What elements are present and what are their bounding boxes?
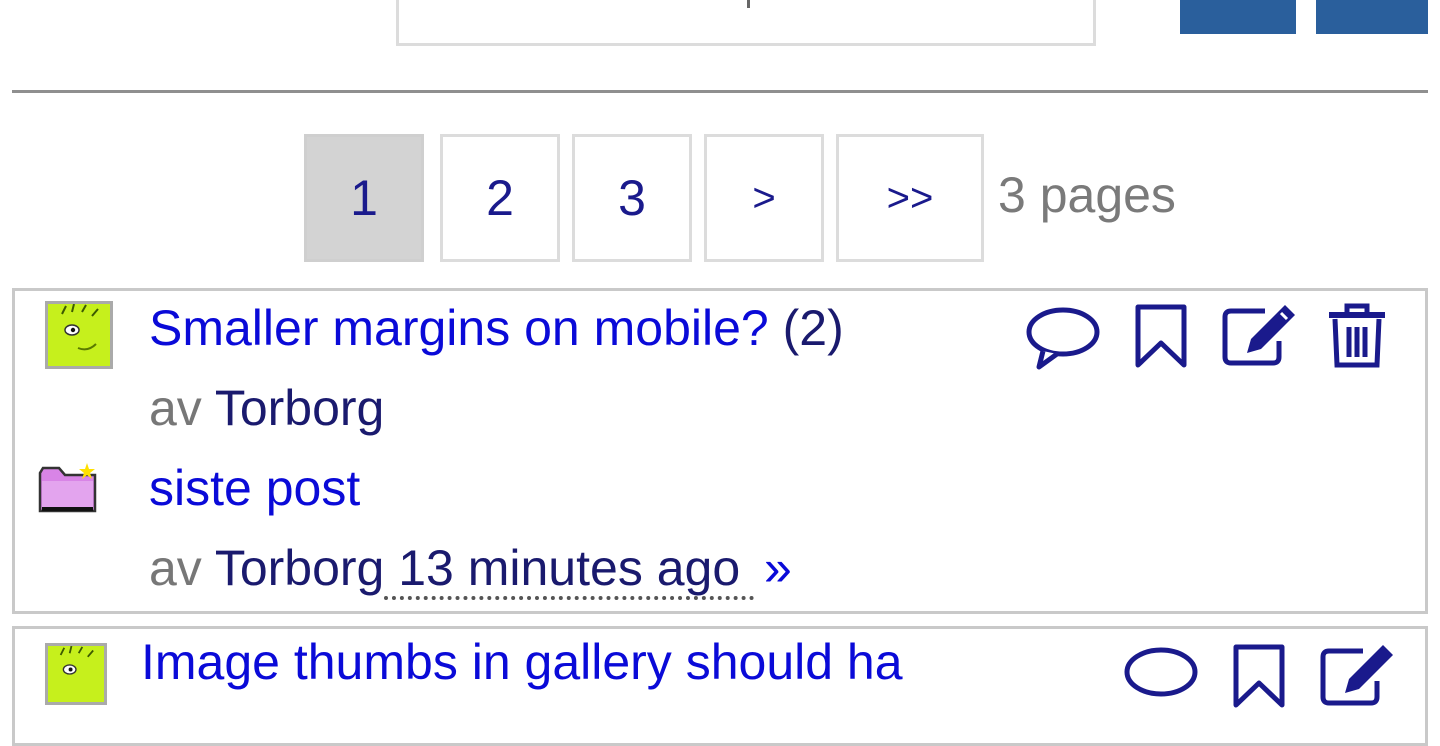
last-post-link[interactable]: siste post [149,460,360,516]
speech-bubble-icon[interactable] [1025,301,1101,371]
topic-title-link[interactable]: Smaller margins on mobile? [149,300,769,356]
next-page-link[interactable]: > [704,134,824,262]
edit-icon[interactable] [1319,641,1395,711]
avatar[interactable] [45,643,107,705]
trash-icon[interactable] [1319,301,1395,371]
last-post-meta: av Torborg 13 minutes ago » [149,539,792,600]
search-button[interactable] [1180,0,1296,34]
page-2-link[interactable]: 2 [440,134,560,262]
page-count-text: 3 pages [998,167,1176,223]
last-post-time: 13 minutes ago [384,540,755,600]
divider [12,90,1428,93]
last-post-line: siste post [149,459,360,517]
topic-row: Image thumbs in gallery should ha [12,626,1428,746]
topic-title-line: Smaller margins on mobile? (2) [149,299,844,357]
edit-icon[interactable] [1221,301,1297,371]
page-1-link[interactable]: 1 [304,134,424,262]
topic-title-link[interactable]: Image thumbs in gallery should ha [141,634,903,690]
by-label: av [149,380,202,436]
topic-author-line: av Torborg [149,379,384,437]
author-link[interactable]: Torborg [215,380,385,436]
topic-actions [1025,301,1395,371]
last-post-by-label: av [149,540,202,596]
topic-row: Smaller margins on mobile? (2) av Torbor… [12,288,1428,614]
folder-new-icon [37,461,99,515]
topic-title-line: Image thumbs in gallery should ha [141,633,903,691]
goto-last-post-link[interactable]: » [764,540,792,596]
search-caret [747,0,750,8]
avatar[interactable] [45,301,113,369]
advanced-search-button[interactable] [1316,0,1428,34]
bookmark-icon[interactable] [1123,301,1199,371]
last-post-author-link[interactable]: Torborg [215,540,385,596]
topic-actions [1123,641,1395,711]
last-page-link[interactable]: >> [836,134,984,262]
page-3-link[interactable]: 3 [572,134,692,262]
speech-bubble-icon[interactable] [1123,641,1199,711]
search-input[interactable] [396,0,1096,46]
reply-count: (2) [782,300,844,356]
bookmark-icon[interactable] [1221,641,1297,711]
